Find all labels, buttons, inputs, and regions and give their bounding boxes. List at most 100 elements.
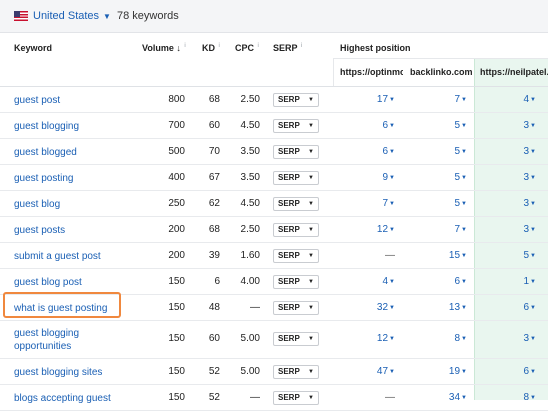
position-value[interactable]: 7▼ — [340, 198, 395, 209]
keyword-link[interactable]: guest blog — [14, 198, 124, 211]
position-value[interactable]: 34▼ — [410, 392, 467, 403]
caret-down-icon: ▼ — [308, 227, 314, 233]
position-number: 32 — [376, 302, 389, 313]
position-value[interactable]: 12▼ — [340, 224, 395, 235]
cpc-value: 1.60 — [240, 250, 260, 261]
position-dropdown-icon: ▼ — [389, 123, 395, 129]
cpc-value: — — [250, 302, 260, 313]
serp-button[interactable]: SERP ▼ — [273, 197, 319, 211]
position-value[interactable]: 47▼ — [340, 366, 395, 377]
column-header-kd[interactable]: KD i — [202, 43, 220, 53]
keyword-link[interactable]: guest blogged — [14, 146, 124, 159]
keyword-link[interactable]: guest posting — [14, 172, 124, 185]
column-header-keyword[interactable]: Keyword — [14, 43, 52, 53]
position-value[interactable]: 7▼ — [410, 94, 467, 105]
position-number: 15 — [448, 250, 461, 261]
position-value[interactable]: 3▼ — [480, 146, 536, 157]
position-value[interactable]: 17▼ — [340, 94, 395, 105]
position-dropdown-icon: ▼ — [389, 175, 395, 181]
position-value[interactable]: 6▼ — [340, 120, 395, 131]
serp-button[interactable]: SERP ▼ — [273, 275, 319, 289]
keyword-link[interactable]: guest blogging sites — [14, 366, 124, 379]
position-value[interactable]: 6▼ — [480, 366, 536, 377]
volume-value: 150 — [168, 392, 185, 403]
position-value[interactable]: 4▼ — [480, 94, 536, 105]
position-number: 3 — [523, 146, 530, 157]
serp-button[interactable]: SERP ▼ — [273, 223, 319, 237]
competitor-header-2[interactable]: backlinko.com — [410, 67, 472, 77]
keyword-link[interactable]: guest blogging opportunities — [14, 327, 124, 353]
position-value[interactable]: 3▼ — [480, 224, 536, 235]
competitor-header-1[interactable]: https://optinmonster.com — [340, 67, 403, 77]
us-flag-icon — [14, 11, 28, 21]
serp-button[interactable]: SERP ▼ — [273, 332, 319, 346]
kd-value: 60 — [208, 333, 220, 344]
position-value[interactable]: 3▼ — [480, 172, 536, 183]
position-value[interactable]: 4▼ — [340, 276, 395, 287]
caret-down-icon: ▼ — [308, 201, 314, 207]
position-dropdown-icon: ▼ — [530, 201, 536, 207]
position-value[interactable]: 12▼ — [340, 333, 395, 344]
position-value[interactable]: 19▼ — [410, 366, 467, 377]
country-selector[interactable]: United States ▼ — [14, 10, 111, 22]
kd-value: 62 — [208, 198, 220, 209]
keyword-link[interactable]: guest posts — [14, 224, 124, 237]
position-value[interactable]: 3▼ — [480, 198, 536, 209]
position-value[interactable]: 3▼ — [480, 120, 536, 131]
position-value[interactable]: 5▼ — [410, 172, 467, 183]
position-value[interactable]: 3▼ — [480, 333, 536, 344]
serp-button[interactable]: SERP ▼ — [273, 93, 319, 107]
position-value[interactable]: 32▼ — [340, 302, 395, 313]
position-value[interactable]: 6▼ — [340, 146, 395, 157]
cpc-value: 3.50 — [240, 172, 260, 183]
position-value[interactable]: 6▼ — [410, 276, 467, 287]
serp-button-label: SERP — [278, 147, 300, 156]
keyword-link[interactable]: guest blog post — [14, 276, 124, 289]
position-value[interactable]: 7▼ — [410, 224, 467, 235]
position-value[interactable]: 5▼ — [480, 250, 536, 261]
position-number: 19 — [448, 366, 461, 377]
serp-button[interactable]: SERP ▼ — [273, 249, 319, 263]
keyword-link[interactable]: guest post — [14, 94, 124, 107]
keyword-link[interactable]: guest blogging — [14, 120, 124, 133]
competitor-header-3[interactable]: https://neilpatel.com — [480, 67, 548, 77]
position-value[interactable]: 5▼ — [410, 198, 467, 209]
column-header-cpc[interactable]: CPC i — [235, 43, 259, 53]
serp-button[interactable]: SERP ▼ — [273, 301, 319, 315]
serp-button[interactable]: SERP ▼ — [273, 145, 319, 159]
position-value[interactable]: 5▼ — [410, 120, 467, 131]
volume-value: 150 — [168, 302, 185, 313]
position-value[interactable]: 9▼ — [340, 172, 395, 183]
position-number: 5 — [523, 250, 530, 261]
kd-value: 68 — [208, 224, 220, 235]
keyword-link[interactable]: blogs accepting guest — [14, 392, 124, 405]
column-header-highest-position: Highest position — [340, 43, 411, 53]
position-dropdown-icon: ▼ — [461, 305, 467, 311]
position-value[interactable]: 15▼ — [410, 250, 467, 261]
divider — [333, 58, 548, 59]
serp-button[interactable]: SERP ▼ — [273, 119, 319, 133]
caret-down-icon: ▼ — [308, 369, 314, 375]
serp-button[interactable]: SERP ▼ — [273, 391, 319, 405]
position-value[interactable]: 13▼ — [410, 302, 467, 313]
keyword-header-label: Keyword — [14, 43, 53, 53]
chevron-down-icon: ▼ — [103, 11, 111, 21]
position-number: 4 — [523, 94, 530, 105]
volume-value: 150 — [168, 333, 185, 344]
position-value[interactable]: 6▼ — [480, 302, 536, 313]
volume-value: 200 — [168, 250, 185, 261]
kd-header-label: KD — [202, 43, 215, 53]
position-value[interactable]: 8▼ — [480, 392, 536, 403]
keyword-link[interactable]: submit a guest post — [14, 250, 124, 263]
column-header-volume[interactable]: Volume ↓ i — [142, 43, 186, 53]
position-value[interactable]: 8▼ — [410, 333, 467, 344]
serp-button[interactable]: SERP ▼ — [273, 365, 319, 379]
position-value[interactable]: 5▼ — [410, 146, 467, 157]
serp-button[interactable]: SERP ▼ — [273, 171, 319, 185]
position-value[interactable]: 1▼ — [480, 276, 536, 287]
column-header-serp[interactable]: SERP i — [273, 43, 302, 53]
position-number: 6 — [523, 366, 530, 377]
position-dropdown-icon: ▼ — [530, 227, 536, 233]
info-icon: i — [300, 43, 303, 49]
position-number: 8 — [454, 333, 461, 344]
